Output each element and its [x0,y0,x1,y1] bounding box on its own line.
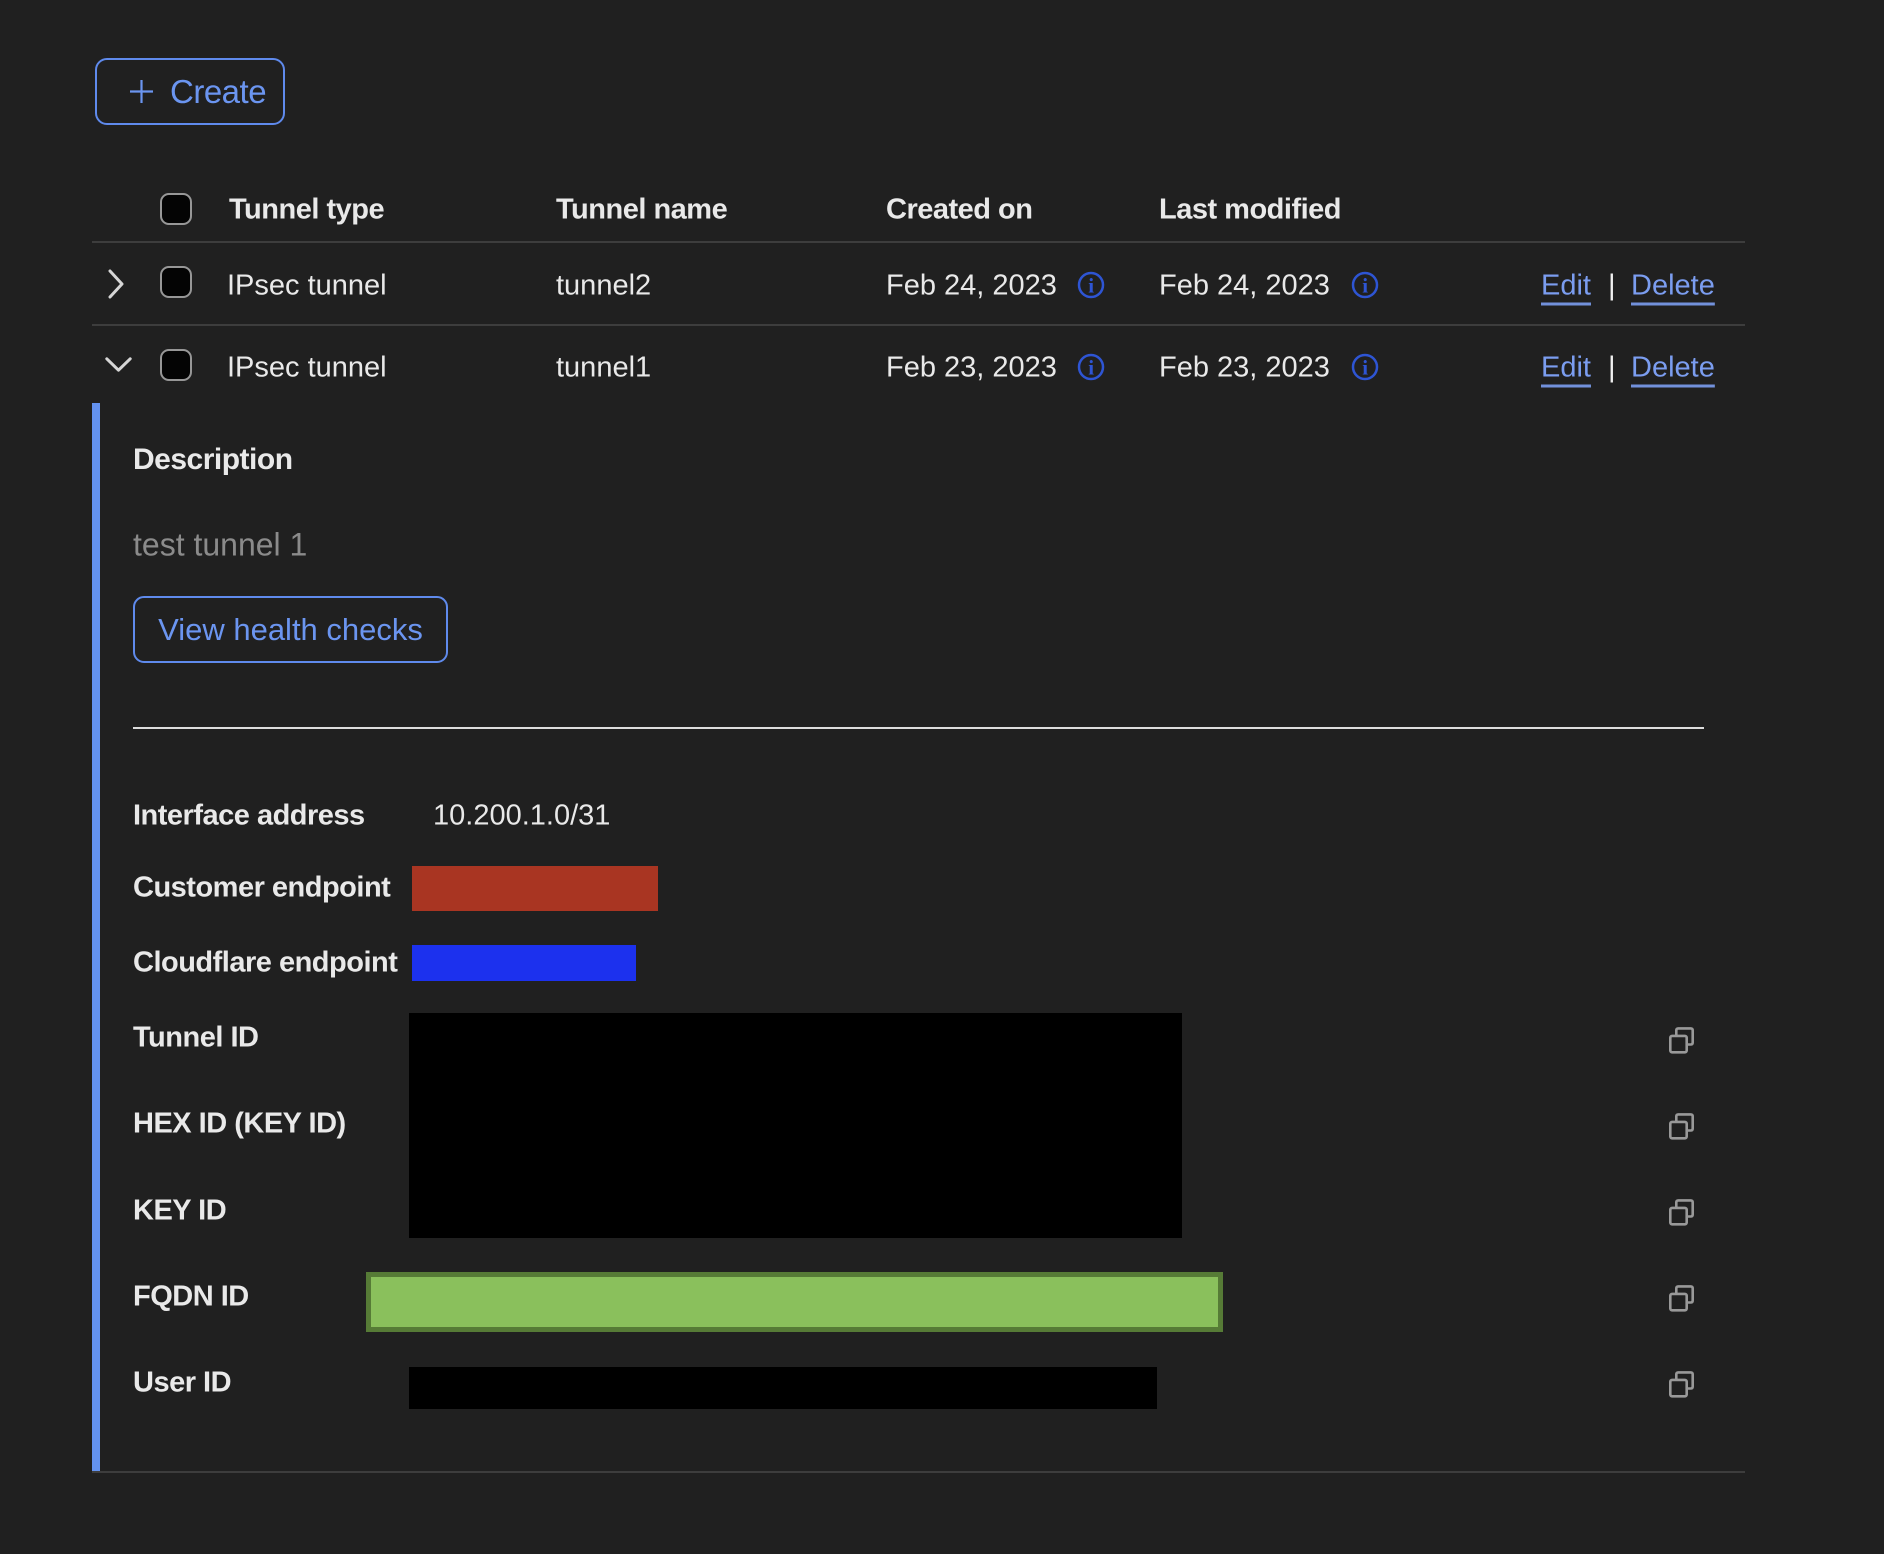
svg-text:i: i [1362,274,1368,298]
svg-text:i: i [1362,356,1368,380]
svg-text:i: i [1088,274,1094,298]
svg-text:i: i [1088,356,1094,380]
